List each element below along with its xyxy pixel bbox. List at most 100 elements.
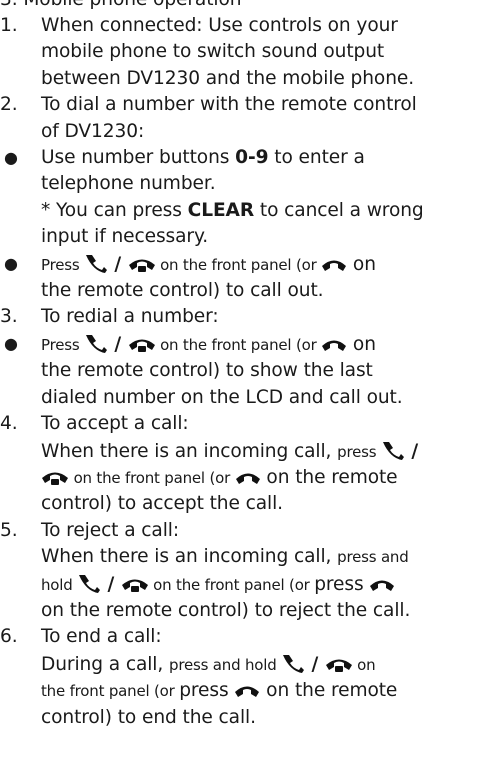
text-line: mobile phone to switch sound output xyxy=(41,39,481,65)
document-page: 3. Mobile phone operation 1. When connect… xyxy=(0,0,481,731)
call-phone-icon xyxy=(321,335,347,353)
answer-phone-icon xyxy=(281,651,305,673)
text-line: To dial a number with the remote control xyxy=(41,92,481,118)
text-segment: on the front panel (or xyxy=(69,468,235,487)
text-line: dialed number on the LCD and call out. xyxy=(41,385,481,411)
text-line: * You can press CLEAR to cancel a wrong xyxy=(41,198,481,224)
text-line: To accept a call: xyxy=(41,411,481,437)
text-line: control) to accept the call. xyxy=(41,491,481,517)
text-segment: During a call, xyxy=(41,653,169,675)
call-phone-icon xyxy=(369,575,395,593)
text-segment: To end a call: xyxy=(41,626,162,648)
intro-text: 3. Mobile phone operation xyxy=(0,0,242,10)
bullet-marker: ● xyxy=(4,148,18,168)
bullet-marker: ● xyxy=(4,253,18,273)
item-number: 6. xyxy=(0,626,18,648)
text-segment: to enter a xyxy=(268,147,365,169)
text-segment: press xyxy=(314,573,370,595)
text-segment: Press xyxy=(41,335,85,354)
numbered-item: 6. To end a call: During a call, press and… xyxy=(0,624,481,731)
text-segment: to cancel a wrong xyxy=(254,199,424,221)
text-line: To end a call: xyxy=(41,624,481,650)
text-segment: To reject a call: xyxy=(41,519,180,541)
text-segment: When there is an incoming call, xyxy=(41,546,338,568)
text-segment: the remote control) to show the last xyxy=(41,360,373,382)
text-line: To redial a number: xyxy=(41,304,481,330)
text-segment: Press xyxy=(41,255,85,274)
hangup-phone-icon xyxy=(325,655,353,673)
bullet-item: ● Press / on the front panel (or on the re… xyxy=(0,251,481,305)
text-line: between DV1230 and the mobile phone. xyxy=(41,66,481,92)
item-number: 3. xyxy=(0,306,18,328)
text-segment: press xyxy=(179,680,235,702)
text-segment: When there is an incoming call, xyxy=(41,440,338,462)
bold-text: / xyxy=(108,253,128,275)
answer-phone-icon xyxy=(84,251,108,273)
item-number: 4. xyxy=(0,413,18,435)
text-segment: mobile phone to switch sound output xyxy=(41,41,385,63)
numbered-item: 5. To reject a call: When there is an inco… xyxy=(0,518,481,625)
hangup-phone-icon xyxy=(41,468,69,486)
numbered-item: 1. When connected: Use controls on your mo… xyxy=(0,13,481,92)
text-segment: on the remote control) to reject the cal… xyxy=(41,599,411,621)
text-segment: dialed number on the LCD and call out. xyxy=(41,386,403,408)
text-segment: on xyxy=(352,655,376,674)
item-number: 2. xyxy=(0,94,18,116)
text-segment: on xyxy=(347,333,376,355)
text-line: When there is an incoming call, press an… xyxy=(41,544,481,570)
text-line: Press / on the front panel (or on xyxy=(41,331,481,358)
text-segment: Use number buttons xyxy=(41,147,236,169)
call-phone-icon xyxy=(235,468,261,486)
text-segment: When connected: Use controls on your xyxy=(41,15,398,36)
text-line: the remote control) to show the last xyxy=(41,358,481,384)
text-segment: hold xyxy=(41,575,78,594)
bold-text: CLEAR xyxy=(187,199,255,221)
text-line: of DV1230: xyxy=(41,119,481,145)
numbered-item: 4. To accept a call: When there is an inco… xyxy=(0,411,481,518)
answer-phone-icon xyxy=(77,571,101,593)
text-segment: on the front panel (or xyxy=(155,255,322,274)
bold-text: / xyxy=(404,440,419,462)
text-segment: on xyxy=(347,253,376,275)
bold-text: / xyxy=(108,333,128,355)
bold-text: 0-9 xyxy=(235,147,269,169)
text-segment: between DV1230 and the mobile phone. xyxy=(41,67,415,89)
numbered-item: 3. To redial a number: xyxy=(0,304,481,330)
text-segment: telephone number. xyxy=(41,173,216,195)
numbered-item: 2. To dial a number with the remote contr… xyxy=(0,92,481,145)
text-segment: press and xyxy=(337,548,409,567)
text-segment: To accept a call: xyxy=(41,413,189,435)
text-segment: press and hold xyxy=(169,655,282,674)
text-line: on the remote control) to reject the cal… xyxy=(41,598,481,624)
text-line: When connected: Use controls on your xyxy=(41,13,481,39)
text-line: control) to end the call. xyxy=(41,705,481,731)
text-line: the remote control) to call out. xyxy=(41,278,481,304)
text-line: During a call, press and hold / on xyxy=(41,651,481,678)
item-number: 1. xyxy=(0,15,18,36)
call-phone-icon xyxy=(234,681,260,699)
text-segment: press xyxy=(337,442,381,461)
text-line: hold / on the front panel (or press xyxy=(41,571,481,598)
call-phone-icon xyxy=(321,255,347,273)
text-segment: of DV1230: xyxy=(41,120,145,142)
text-segment: To redial a number: xyxy=(41,306,219,328)
answer-phone-icon xyxy=(381,438,405,460)
text-line: Use number buttons 0-9 to enter a xyxy=(41,145,481,171)
bullet-marker: ● xyxy=(4,333,18,353)
hangup-phone-icon xyxy=(128,255,156,273)
text-segment: input if necessary. xyxy=(41,226,209,248)
text-line: Press / on the front panel (or on xyxy=(41,251,481,278)
text-line: When there is an incoming call, press / xyxy=(41,438,481,465)
text-line: telephone number. xyxy=(41,171,481,197)
intro-line: 3. Mobile phone operation xyxy=(0,0,481,13)
text-segment: the front panel (or xyxy=(41,682,180,701)
text-segment: on the front panel (or xyxy=(155,335,322,354)
text-segment: control) to end the call. xyxy=(41,706,256,728)
hangup-phone-icon xyxy=(121,575,149,593)
text-segment: To dial a number with the remote control xyxy=(41,94,417,116)
instruction-list: 1. When connected: Use controls on your mo… xyxy=(0,13,481,731)
bullet-item: ● Press / on the front panel (or on the re… xyxy=(0,331,481,411)
bold-text: / xyxy=(305,653,325,675)
text-segment: on the remote xyxy=(260,466,398,488)
text-segment: the remote control) to call out. xyxy=(41,280,324,302)
